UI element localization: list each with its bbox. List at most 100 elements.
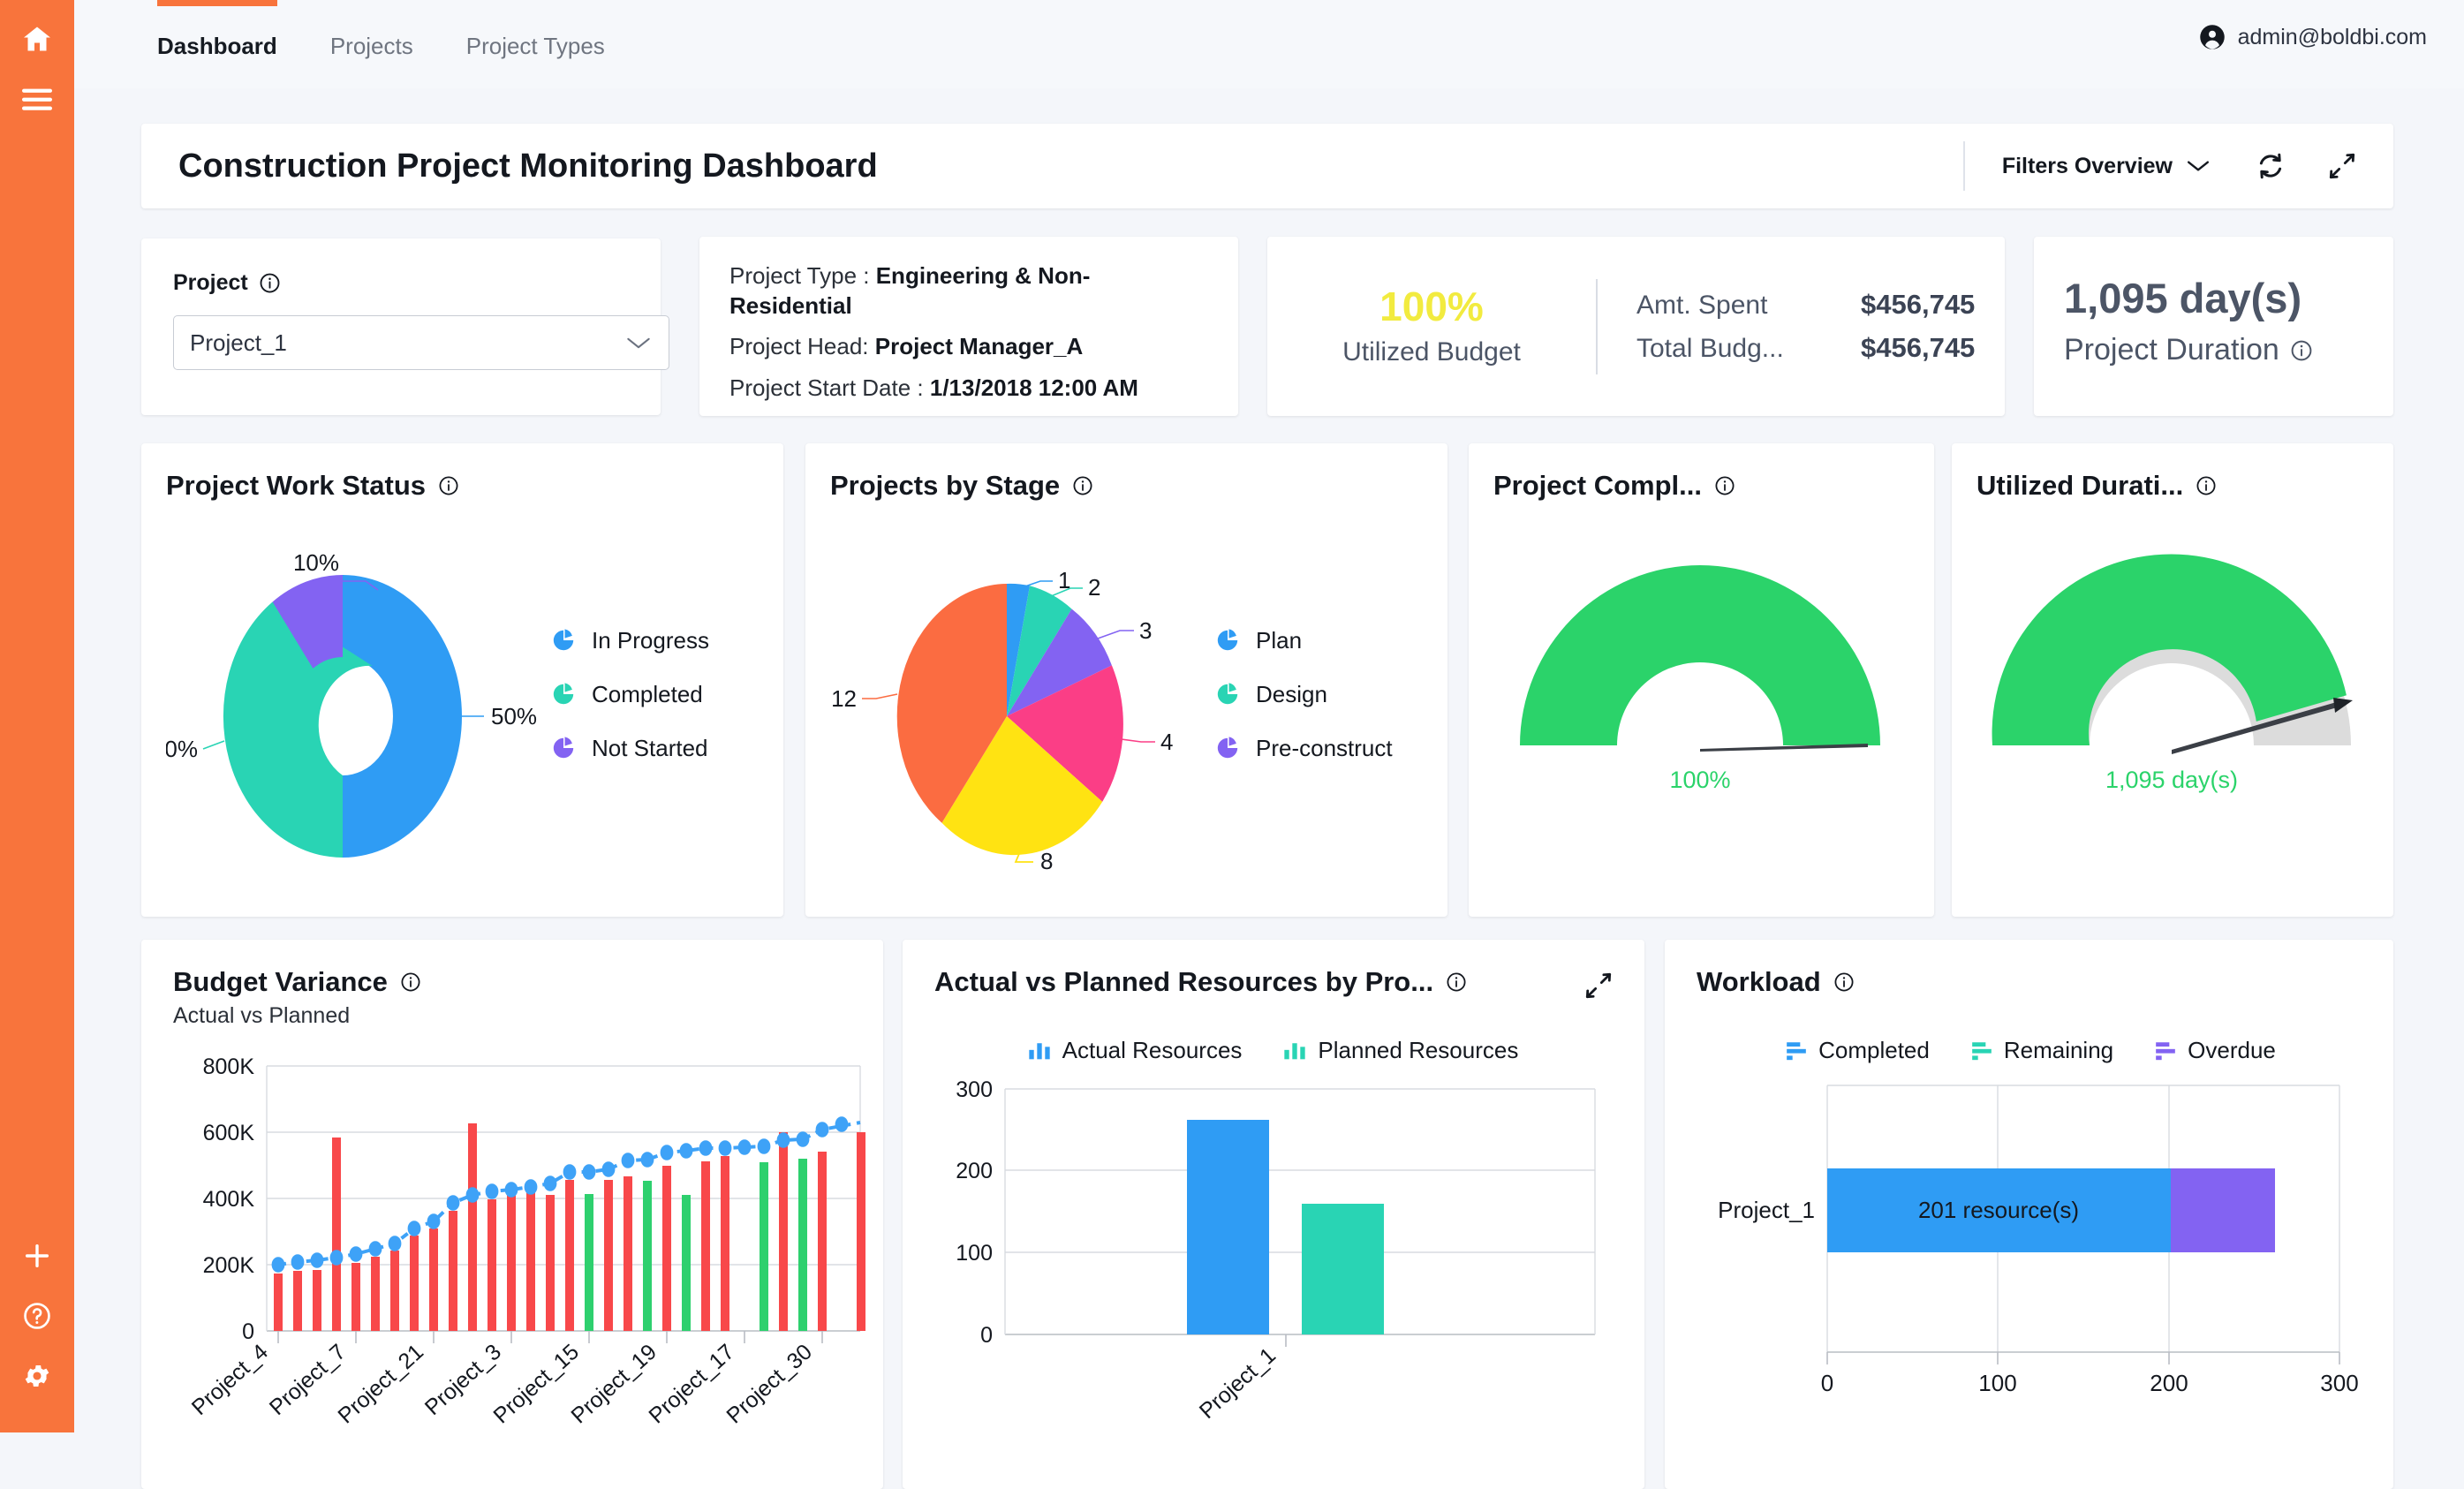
x-axis-ticks — [277, 1331, 823, 1343]
bar-swatch-icon — [1284, 1042, 1306, 1059]
legend-item-design[interactable]: Design — [1215, 681, 1440, 708]
budget-variance-subtitle: Actual vs Planned — [173, 1003, 351, 1028]
pie-swatch-icon — [553, 683, 574, 705]
x-tick-label: Project_17 — [644, 1340, 739, 1429]
legend-item-actual-resources[interactable]: Actual Resources — [1027, 1037, 1243, 1064]
legend-label: Actual Resources — [1062, 1037, 1243, 1063]
projects-by-stage-legend: Plan Design Pre-construct — [1215, 627, 1440, 762]
pie-label-12: 12 — [831, 685, 857, 712]
filters-overview-button[interactable]: Filters Overview — [2002, 154, 2210, 179]
project-duration-label-text: Project Duration — [2064, 333, 2279, 367]
pie-swatch-icon — [553, 629, 574, 651]
project-work-status-legend: In Progress Completed Not Started — [551, 627, 709, 762]
project-duration-card: 1,095 day(s) Project Duration — [2034, 237, 2393, 416]
refresh-icon[interactable] — [2256, 151, 2286, 181]
legend-item-overdue[interactable]: Overdue — [2154, 1037, 2276, 1064]
project-select[interactable]: Project_1 — [173, 315, 669, 370]
x-tick-label: 100 — [1978, 1370, 2016, 1396]
legend-label: Pre-construct — [1256, 734, 1393, 761]
amount-spent-row: Amt. Spent $456,745 — [1636, 289, 2005, 321]
y-tick-label: 600K — [203, 1121, 255, 1145]
donut-chart: 10% 50% 40% — [166, 549, 537, 858]
pie-swatch-icon — [553, 737, 574, 759]
bar-planned-resources[interactable] — [1302, 1204, 1384, 1334]
info-icon[interactable] — [400, 971, 421, 993]
project-select-value: Project_1 — [190, 329, 287, 356]
project-duration-value: 1,095 day(s) — [2064, 275, 2302, 321]
y-tick-label: 800K — [203, 1054, 255, 1079]
legend-label: Completed — [592, 680, 703, 707]
bar-data-label: 201 resource(s) — [1918, 1197, 2079, 1223]
legend-label: Completed — [1818, 1037, 1930, 1063]
menu-icon[interactable] — [0, 69, 74, 129]
legend-item-remaining[interactable]: Remaining — [1970, 1037, 2113, 1064]
x-tick-label: 0 — [1821, 1370, 1833, 1396]
bar-swatch-icon — [1787, 1041, 1806, 1060]
project-work-status-card: Project Work Status 10% 50% 40% — [141, 443, 783, 917]
gear-icon[interactable] — [0, 1346, 74, 1406]
total-budget-value: $456,745 — [1861, 332, 1976, 363]
legend-label: Remaining — [2003, 1037, 2114, 1063]
bar-segment-overdue[interactable] — [2171, 1168, 2275, 1252]
projects-by-stage-title: Projects by Stage — [830, 470, 1061, 501]
legend-item-plan[interactable]: Plan — [1215, 627, 1440, 654]
legend-label: Design — [1256, 680, 1327, 707]
pie-label-2: 2 — [1088, 574, 1100, 601]
project-work-status-title: Project Work Status — [166, 470, 427, 501]
legend-label: In Progress — [592, 626, 709, 654]
legend-item-in-progress[interactable]: In Progress — [551, 627, 709, 654]
tab-dashboard[interactable]: Dashboard — [131, 0, 304, 60]
legend-item-completed[interactable]: Completed — [1785, 1037, 1930, 1064]
projects-by-stage-card: Projects by Stage 1 2 3 4 8 12 Plan Desi… — [805, 443, 1447, 917]
card-title: Projects by Stage — [830, 470, 1447, 502]
avatar — [2199, 24, 2226, 50]
utilized-budget-label: Utilized Budget — [1342, 336, 1521, 367]
legend-item-not-started[interactable]: Not Started — [551, 735, 709, 762]
card-title: Project Work Status — [166, 470, 783, 502]
x-tick-label: Project_19 — [566, 1340, 661, 1429]
budget-variance-chart: 800K 600K 400K 200K 0 Project_4 Project_… — [187, 1054, 865, 1429]
y-tick-label: 200 — [956, 1159, 993, 1183]
budget-variance-title: Budget Variance — [173, 966, 388, 997]
tab-project-types[interactable]: Project Types — [440, 0, 631, 60]
info-icon[interactable] — [1833, 971, 1855, 993]
header-divider — [1962, 141, 1965, 191]
pie-chart: 1 2 3 4 8 12 — [831, 567, 1173, 871]
utilized-duration-card: Utilized Durati... 1,095 day(s) — [1952, 443, 2393, 917]
card-title: Project Compl... — [1493, 470, 1934, 502]
info-icon[interactable] — [438, 475, 459, 496]
info-icon[interactable] — [1714, 475, 1735, 496]
filters-overview-label: Filters Overview — [2001, 153, 2173, 178]
pie-label-8: 8 — [1040, 848, 1053, 871]
x-axis-ticks — [1826, 1352, 2340, 1364]
collapse-icon[interactable] — [2328, 152, 2356, 180]
total-budget-label: Total Budg... — [1636, 334, 1784, 363]
legend-item-pre-construction[interactable]: Pre-construct — [1215, 735, 1440, 762]
chevron-down-icon — [626, 336, 651, 351]
info-icon[interactable] — [1072, 475, 1093, 496]
bar-actual-resources[interactable] — [1187, 1120, 1269, 1334]
legend-item-completed[interactable]: Completed — [551, 681, 709, 708]
info-icon[interactable] — [2196, 475, 2217, 496]
project-duration-label: Project Duration — [2064, 333, 2393, 367]
legend-label: Overdue — [2188, 1037, 2276, 1063]
utilized-budget-block: 100% Utilized Budget — [1267, 285, 1596, 367]
donut-slice-in-progress[interactable] — [343, 575, 462, 858]
legend-item-planned-resources[interactable]: Planned Resources — [1282, 1037, 1518, 1064]
info-icon[interactable] — [2290, 339, 2313, 362]
home-icon[interactable] — [0, 9, 74, 69]
x-tick-label: 200 — [2150, 1370, 2188, 1396]
expand-icon[interactable] — [1584, 971, 1613, 1000]
user-menu[interactable]: admin@boldbi.com — [2199, 24, 2427, 50]
info-icon[interactable] — [1446, 971, 1467, 993]
resources-bar-chart: 300 200 100 0 Project_1 — [956, 1077, 1596, 1423]
x-tick-label: Project_4 — [187, 1340, 273, 1421]
dashboard-header: Construction Project Monitoring Dashboar… — [141, 124, 2393, 208]
gauge-value-label: 1,095 day(s) — [2105, 767, 2238, 793]
info-icon[interactable] — [259, 272, 281, 294]
tab-projects[interactable]: Projects — [304, 0, 440, 60]
help-icon[interactable] — [0, 1286, 74, 1346]
total-budget-row: Total Budg... $456,745 — [1636, 332, 2005, 364]
plus-icon[interactable] — [0, 1226, 74, 1286]
gauge-fill-arc — [1520, 565, 1880, 745]
